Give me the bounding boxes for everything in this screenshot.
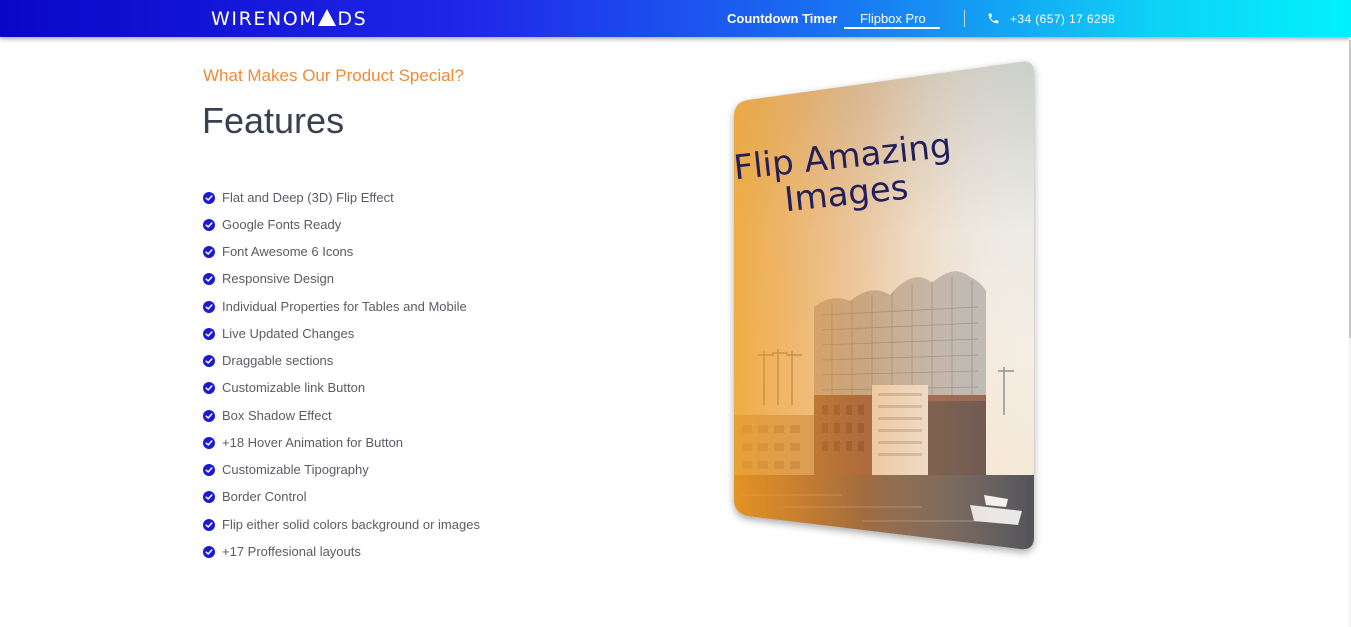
feature-label: Flat and Deep (3D) Flip Effect xyxy=(222,189,394,205)
feature-label: Font Awesome 6 Icons xyxy=(222,244,354,260)
feature-label: Customizable Tipography xyxy=(222,462,369,478)
top-navbar: WIRENOM DS Countdown Timer Flipbox Pro +3… xyxy=(0,0,1351,37)
feature-label: +17 Proffesional layouts xyxy=(222,543,361,559)
feature-item: Individual Properties for Tables and Mob… xyxy=(203,293,480,320)
feature-item: Font Awesome 6 Icons xyxy=(203,239,480,266)
feature-item: Flat and Deep (3D) Flip Effect xyxy=(203,184,480,211)
check-circle-icon xyxy=(203,491,215,504)
feature-item: +17 Proffesional layouts xyxy=(203,538,480,565)
check-circle-icon xyxy=(203,518,215,531)
feature-label: Box Shadow Effect xyxy=(222,407,332,423)
wirenomads-logo[interactable]: WIRENOM DS xyxy=(211,7,367,31)
feature-item: Draggable sections xyxy=(203,348,480,375)
feature-label: Google Fonts Ready xyxy=(222,216,342,232)
feature-label: Draggable sections xyxy=(222,353,334,369)
feature-label: Live Updated Changes xyxy=(222,325,355,341)
section-title: Features xyxy=(202,100,345,141)
feature-label: Customizable link Button xyxy=(222,380,366,396)
features-list: Flat and Deep (3D) Flip Effect Google Fon… xyxy=(203,184,480,566)
feature-item: Box Shadow Effect xyxy=(203,402,480,429)
logo-triangle-icon xyxy=(318,9,337,26)
feature-label: Responsive Design xyxy=(222,271,335,287)
feature-item: +18 Hover Animation for Button xyxy=(203,429,480,456)
check-circle-icon xyxy=(203,273,215,286)
check-circle-icon xyxy=(203,191,215,204)
feature-item: Flip either solid colors background or i… xyxy=(203,511,480,538)
check-circle-icon xyxy=(203,246,215,259)
flipbox-card[interactable]: Flip Amazing Images xyxy=(722,55,1044,560)
check-circle-icon xyxy=(203,464,215,477)
feature-label: Flip either solid colors background or i… xyxy=(222,516,480,532)
phone-icon xyxy=(988,13,999,24)
nav-flipbox-pro[interactable]: Flipbox Pro xyxy=(860,11,926,27)
feature-item: Border Control xyxy=(203,484,480,511)
check-circle-icon xyxy=(203,355,215,368)
active-nav-underline xyxy=(844,27,940,29)
feature-item: Responsive Design xyxy=(203,266,480,293)
check-circle-icon xyxy=(203,327,215,340)
nav-divider xyxy=(964,10,965,27)
check-circle-icon xyxy=(203,218,215,231)
nav-countdown-timer[interactable]: Countdown Timer xyxy=(727,11,837,27)
check-circle-icon xyxy=(203,300,215,313)
check-circle-icon xyxy=(203,409,215,422)
feature-item: Google Fonts Ready xyxy=(203,211,480,238)
feature-item: Live Updated Changes xyxy=(203,320,480,347)
check-circle-icon xyxy=(203,382,215,395)
flipbox-image xyxy=(734,61,1034,550)
feature-item: Customizable link Button xyxy=(203,375,480,402)
feature-label: +18 Hover Animation for Button xyxy=(222,434,404,450)
check-circle-icon xyxy=(203,436,215,449)
feature-label: Border Control xyxy=(222,489,307,505)
phone-link[interactable]: +34 (657) 17 6298 xyxy=(1010,11,1115,27)
section-subtitle: What Makes Our Product Special? xyxy=(203,66,464,85)
feature-item: Customizable Tipography xyxy=(203,457,480,484)
feature-label: Individual Properties for Tables and Mob… xyxy=(222,298,467,314)
check-circle-icon xyxy=(203,545,215,558)
